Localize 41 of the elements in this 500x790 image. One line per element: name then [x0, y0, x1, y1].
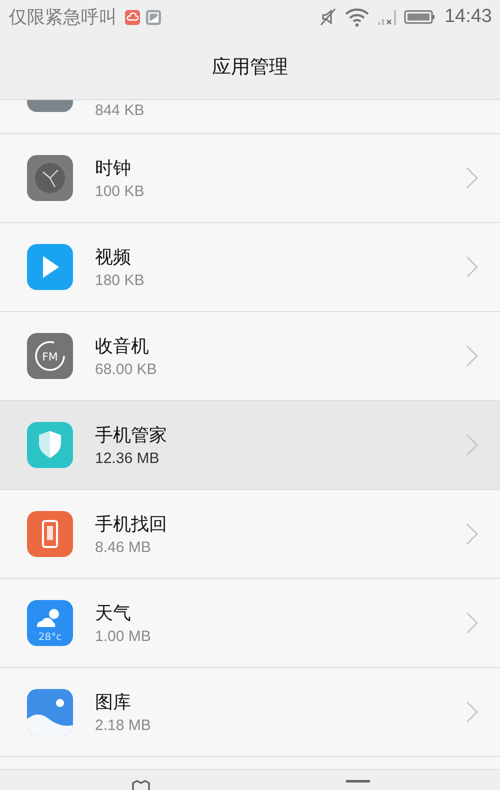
app-size: 1.00 MB [95, 628, 152, 645]
icon-label: FM [42, 350, 58, 364]
app-size: 180 KB [95, 272, 146, 289]
app-name: 收音机 [95, 335, 150, 358]
carrier-text: 仅限紧急呼叫 [9, 6, 117, 29]
app-row[interactable]: 手机管家 12.36 MB [0, 401, 500, 490]
sun-cloud-icon [36, 609, 59, 627]
signal-icon [376, 7, 398, 27]
page-title: 应用管理 [212, 54, 288, 80]
app-name: 手机找回 [95, 513, 168, 536]
chevron-icon [466, 523, 478, 545]
chevron-icon [466, 256, 478, 278]
cloud-icon [125, 10, 140, 24]
chevron-icon [466, 612, 478, 634]
app-name: 时钟 [95, 157, 132, 180]
clock-icon [27, 155, 73, 201]
home-icon[interactable] [131, 780, 151, 790]
phone-icon [27, 511, 73, 557]
icon-label: 28°c [38, 632, 62, 643]
mute-icon [318, 7, 338, 27]
app-name: 手机管家 [95, 424, 168, 447]
app-size: 2.18 MB [95, 717, 152, 734]
app-name: 图库 [95, 691, 132, 714]
app-size: 12.36 MB [95, 450, 160, 467]
app-name: 天气 [95, 602, 132, 625]
play-icon [27, 244, 73, 290]
app-name: 视频 [95, 246, 132, 269]
wifi-icon [344, 7, 370, 27]
app-size: 100 KB [95, 183, 146, 200]
clock-time: 14:43 [444, 6, 492, 28]
shield-icon [27, 422, 73, 468]
app-size: 68.00 KB [95, 361, 158, 378]
image-icon [146, 10, 161, 24]
chevron-icon [466, 345, 478, 367]
chevron-icon [466, 434, 478, 456]
app-size: 844 KB [95, 102, 146, 118]
chevron-icon [466, 167, 478, 189]
menu-icon[interactable] [346, 780, 370, 784]
chevron-icon [466, 701, 478, 723]
app-size: 8.46 MB [95, 539, 152, 556]
image-icon [27, 689, 73, 735]
